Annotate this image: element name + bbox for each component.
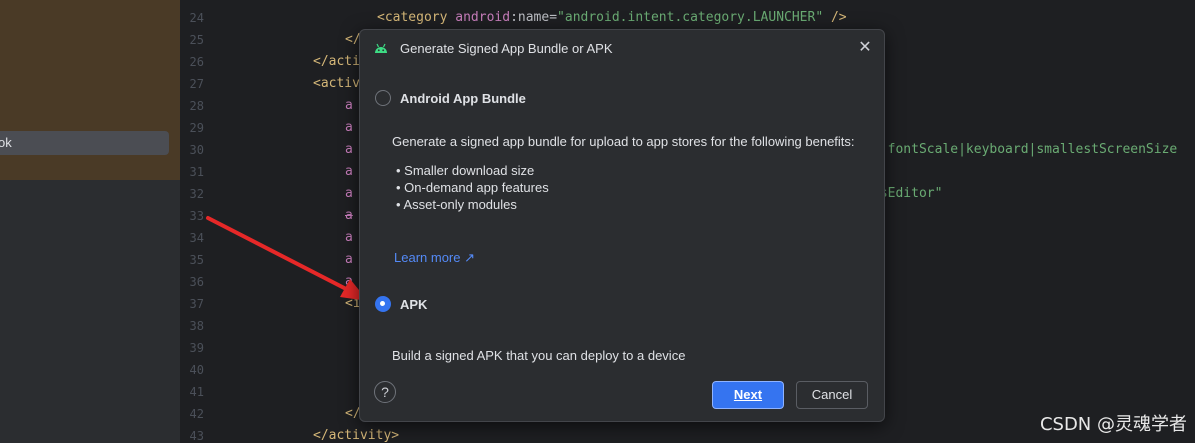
- code-token: />: [823, 10, 847, 25]
- line-number: 30: [189, 143, 204, 157]
- line-number: 28: [189, 99, 204, 113]
- code-token: android: [455, 10, 511, 25]
- code-line-24: <category android:name="android.intent.c…: [377, 10, 847, 25]
- next-button-label: Next: [733, 387, 763, 402]
- code-line-30-tail: c|fontScale|keyboard|smallestScreenSize: [872, 142, 1178, 157]
- code-line-30: a: [345, 142, 353, 157]
- code-line-26: </acti: [313, 54, 360, 69]
- project-tree-selected-item[interactable]: ok: [0, 131, 169, 155]
- line-number: 29: [189, 121, 204, 135]
- line-number: 31: [189, 165, 204, 179]
- line-number: 26: [189, 55, 204, 69]
- code-line-33: a: [345, 208, 353, 223]
- code-token: <: [377, 10, 385, 25]
- code-token: category: [384, 10, 448, 25]
- line-number: 32: [189, 187, 204, 201]
- android-icon: [375, 43, 387, 53]
- code-token: "android.intent.category.LAUNCHER": [557, 10, 824, 25]
- dialog-title: Generate Signed App Bundle or APK: [400, 41, 613, 56]
- code-line-28: a: [345, 98, 353, 113]
- code-line-29: a: [345, 120, 353, 135]
- line-number: 38: [189, 319, 204, 333]
- code-token: :name=: [510, 10, 558, 25]
- code-line-34: a: [345, 230, 353, 245]
- line-number: 43: [189, 429, 204, 443]
- line-number: 27: [189, 77, 204, 91]
- generate-signed-dialog: Generate Signed App Bundle or APK ✕ Andr…: [359, 29, 885, 422]
- line-number: 35: [189, 253, 204, 267]
- benefit-item: • Asset-only modules: [396, 197, 517, 212]
- line-number: 41: [189, 385, 204, 399]
- benefit-item: • Smaller download size: [396, 163, 535, 178]
- close-icon[interactable]: ✕: [856, 39, 874, 57]
- benefit-item: • On-demand app features: [396, 180, 549, 195]
- code-line-31: a: [345, 164, 353, 179]
- project-panel: ok: [0, 0, 180, 443]
- line-number: 33: [189, 209, 204, 223]
- code-line-43: </activity>: [313, 428, 400, 443]
- learn-more-link[interactable]: Learn more ↗: [394, 250, 475, 266]
- code-line-32: a: [345, 186, 353, 201]
- option-label-apk[interactable]: APK: [400, 297, 427, 312]
- radio-apk[interactable]: [375, 296, 391, 312]
- code-line-27: <activ: [313, 76, 360, 91]
- radio-android-app-bundle[interactable]: [375, 90, 391, 106]
- project-tree-item-label: ok: [0, 135, 12, 150]
- next-button[interactable]: Next: [712, 381, 784, 409]
- cancel-button[interactable]: Cancel: [796, 381, 868, 409]
- line-number: 37: [189, 297, 204, 311]
- line-number: 40: [189, 363, 204, 377]
- watermark-text: CSDN @灵魂学者: [1039, 414, 1187, 435]
- code-line-35: a: [345, 252, 353, 267]
- bundle-description: Generate a signed app bundle for upload …: [392, 134, 855, 149]
- line-number: 24: [189, 11, 204, 25]
- apk-description: Build a signed APK that you can deploy t…: [392, 348, 686, 363]
- line-number: 42: [189, 407, 204, 421]
- line-number: 36: [189, 275, 204, 289]
- line-number: 25: [189, 33, 204, 47]
- code-line-36: a: [345, 274, 353, 289]
- line-number: 34: [189, 231, 204, 245]
- option-label-android-app-bundle[interactable]: Android App Bundle: [400, 91, 526, 106]
- line-number: 39: [189, 341, 204, 355]
- help-icon[interactable]: ?: [374, 381, 396, 403]
